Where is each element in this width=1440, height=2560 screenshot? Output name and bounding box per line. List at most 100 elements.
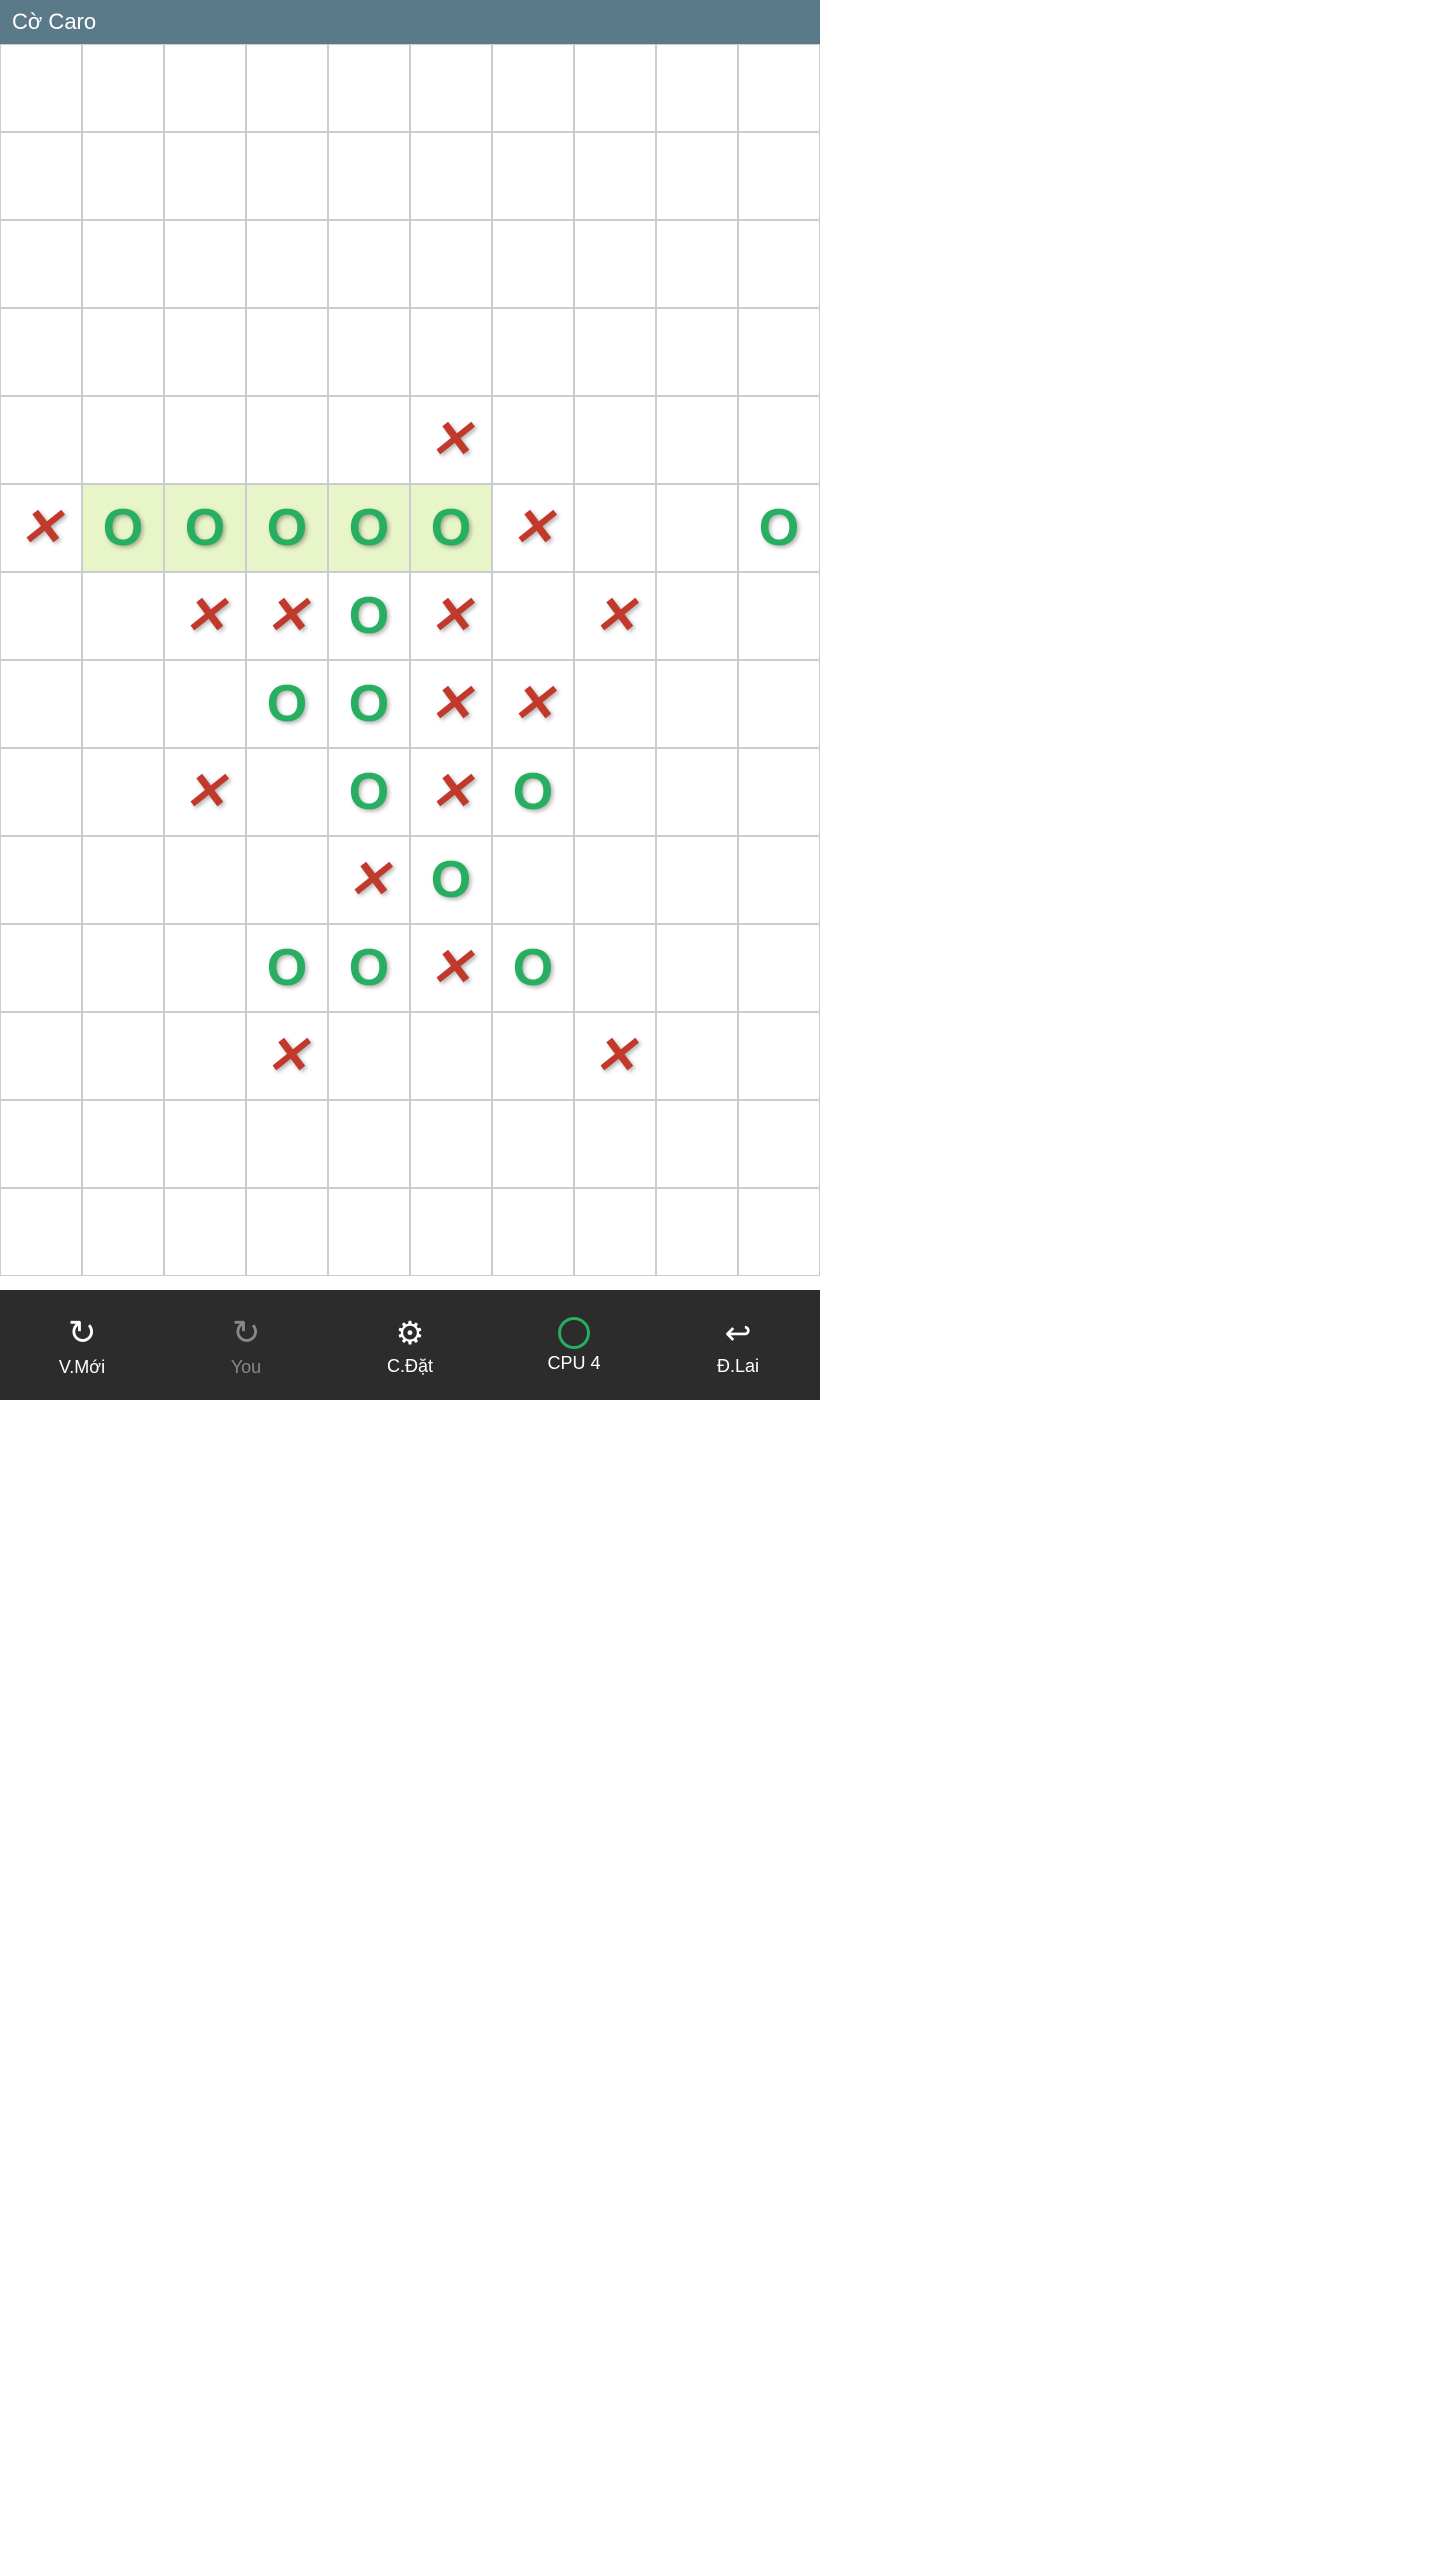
cell-2-5[interactable] bbox=[410, 220, 492, 308]
cell-2-0[interactable] bbox=[0, 220, 82, 308]
settings-button[interactable]: ⚙ C.Đặt bbox=[360, 1314, 460, 1377]
cell-6-0[interactable] bbox=[0, 572, 82, 660]
cell-8-6[interactable]: O bbox=[492, 748, 574, 836]
cell-2-6[interactable] bbox=[492, 220, 574, 308]
cell-5-6[interactable]: ✕ bbox=[492, 484, 574, 572]
cell-12-7[interactable] bbox=[574, 1100, 656, 1188]
cell-8-8[interactable] bbox=[656, 748, 738, 836]
cell-9-1[interactable] bbox=[82, 836, 164, 924]
cell-5-3[interactable]: O bbox=[246, 484, 328, 572]
cell-7-2[interactable] bbox=[164, 660, 246, 748]
cell-4-4[interactable] bbox=[328, 396, 410, 484]
cell-12-3[interactable] bbox=[246, 1100, 328, 1188]
undo-button[interactable]: ↩ Đ.Lai bbox=[688, 1314, 788, 1377]
cell-1-1[interactable] bbox=[82, 132, 164, 220]
cell-5-2[interactable]: O bbox=[164, 484, 246, 572]
cell-4-7[interactable] bbox=[574, 396, 656, 484]
cell-10-9[interactable] bbox=[738, 924, 820, 1012]
cell-6-2[interactable]: ✕ bbox=[164, 572, 246, 660]
cell-6-9[interactable] bbox=[738, 572, 820, 660]
cell-7-3[interactable]: O bbox=[246, 660, 328, 748]
cell-4-6[interactable] bbox=[492, 396, 574, 484]
cell-9-3[interactable] bbox=[246, 836, 328, 924]
cell-9-0[interactable] bbox=[0, 836, 82, 924]
cell-3-6[interactable] bbox=[492, 308, 574, 396]
cell-6-5[interactable]: ✕ bbox=[410, 572, 492, 660]
cell-10-3[interactable]: O bbox=[246, 924, 328, 1012]
cell-1-4[interactable] bbox=[328, 132, 410, 220]
cell-3-3[interactable] bbox=[246, 308, 328, 396]
cell-11-0[interactable] bbox=[0, 1012, 82, 1100]
cell-0-0[interactable] bbox=[0, 44, 82, 132]
cell-1-6[interactable] bbox=[492, 132, 574, 220]
cell-11-6[interactable] bbox=[492, 1012, 574, 1100]
cell-6-8[interactable] bbox=[656, 572, 738, 660]
cell-13-1[interactable] bbox=[82, 1188, 164, 1276]
cell-7-9[interactable] bbox=[738, 660, 820, 748]
cell-1-2[interactable] bbox=[164, 132, 246, 220]
cell-1-3[interactable] bbox=[246, 132, 328, 220]
cell-3-2[interactable] bbox=[164, 308, 246, 396]
cell-5-0[interactable]: ✕ bbox=[0, 484, 82, 572]
cell-2-1[interactable] bbox=[82, 220, 164, 308]
cell-7-5[interactable]: ✕ bbox=[410, 660, 492, 748]
cell-0-7[interactable] bbox=[574, 44, 656, 132]
cell-5-8[interactable] bbox=[656, 484, 738, 572]
cell-7-7[interactable] bbox=[574, 660, 656, 748]
cell-0-8[interactable] bbox=[656, 44, 738, 132]
cell-0-1[interactable] bbox=[82, 44, 164, 132]
cell-9-6[interactable] bbox=[492, 836, 574, 924]
cell-4-2[interactable] bbox=[164, 396, 246, 484]
cell-13-5[interactable] bbox=[410, 1188, 492, 1276]
cell-8-7[interactable] bbox=[574, 748, 656, 836]
cell-5-7[interactable] bbox=[574, 484, 656, 572]
cpu-button[interactable]: CPU 4 bbox=[524, 1317, 624, 1374]
cell-7-4[interactable]: O bbox=[328, 660, 410, 748]
cell-2-8[interactable] bbox=[656, 220, 738, 308]
cell-7-0[interactable] bbox=[0, 660, 82, 748]
cell-0-6[interactable] bbox=[492, 44, 574, 132]
cell-8-3[interactable] bbox=[246, 748, 328, 836]
cell-2-3[interactable] bbox=[246, 220, 328, 308]
cell-12-5[interactable] bbox=[410, 1100, 492, 1188]
cell-8-9[interactable] bbox=[738, 748, 820, 836]
cell-1-5[interactable] bbox=[410, 132, 492, 220]
cell-4-9[interactable] bbox=[738, 396, 820, 484]
cell-12-8[interactable] bbox=[656, 1100, 738, 1188]
cell-11-4[interactable] bbox=[328, 1012, 410, 1100]
cell-5-1[interactable]: O bbox=[82, 484, 164, 572]
cell-7-1[interactable] bbox=[82, 660, 164, 748]
cell-1-8[interactable] bbox=[656, 132, 738, 220]
cell-3-5[interactable] bbox=[410, 308, 492, 396]
game-board[interactable]: ✕✕OOOOO✕O✕✕O✕✕OO✕✕✕O✕O✕OOO✕O✕✕ bbox=[0, 44, 820, 1334]
cell-10-2[interactable] bbox=[164, 924, 246, 1012]
cell-4-5[interactable]: ✕ bbox=[410, 396, 492, 484]
cell-11-9[interactable] bbox=[738, 1012, 820, 1100]
cell-9-7[interactable] bbox=[574, 836, 656, 924]
cell-1-9[interactable] bbox=[738, 132, 820, 220]
cell-13-6[interactable] bbox=[492, 1188, 574, 1276]
cell-0-2[interactable] bbox=[164, 44, 246, 132]
cell-13-4[interactable] bbox=[328, 1188, 410, 1276]
cell-11-2[interactable] bbox=[164, 1012, 246, 1100]
new-game-button[interactable]: ↺ V.Mới bbox=[32, 1313, 132, 1378]
cell-2-2[interactable] bbox=[164, 220, 246, 308]
cell-2-7[interactable] bbox=[574, 220, 656, 308]
cell-9-5[interactable]: O bbox=[410, 836, 492, 924]
cell-11-8[interactable] bbox=[656, 1012, 738, 1100]
cell-10-4[interactable]: O bbox=[328, 924, 410, 1012]
cell-0-4[interactable] bbox=[328, 44, 410, 132]
cell-13-8[interactable] bbox=[656, 1188, 738, 1276]
cell-10-1[interactable] bbox=[82, 924, 164, 1012]
cell-9-9[interactable] bbox=[738, 836, 820, 924]
cell-11-3[interactable]: ✕ bbox=[246, 1012, 328, 1100]
cell-0-5[interactable] bbox=[410, 44, 492, 132]
cell-3-8[interactable] bbox=[656, 308, 738, 396]
cell-3-9[interactable] bbox=[738, 308, 820, 396]
cell-3-1[interactable] bbox=[82, 308, 164, 396]
cell-4-3[interactable] bbox=[246, 396, 328, 484]
cell-4-1[interactable] bbox=[82, 396, 164, 484]
cell-11-7[interactable]: ✕ bbox=[574, 1012, 656, 1100]
cell-2-4[interactable] bbox=[328, 220, 410, 308]
cell-9-2[interactable] bbox=[164, 836, 246, 924]
